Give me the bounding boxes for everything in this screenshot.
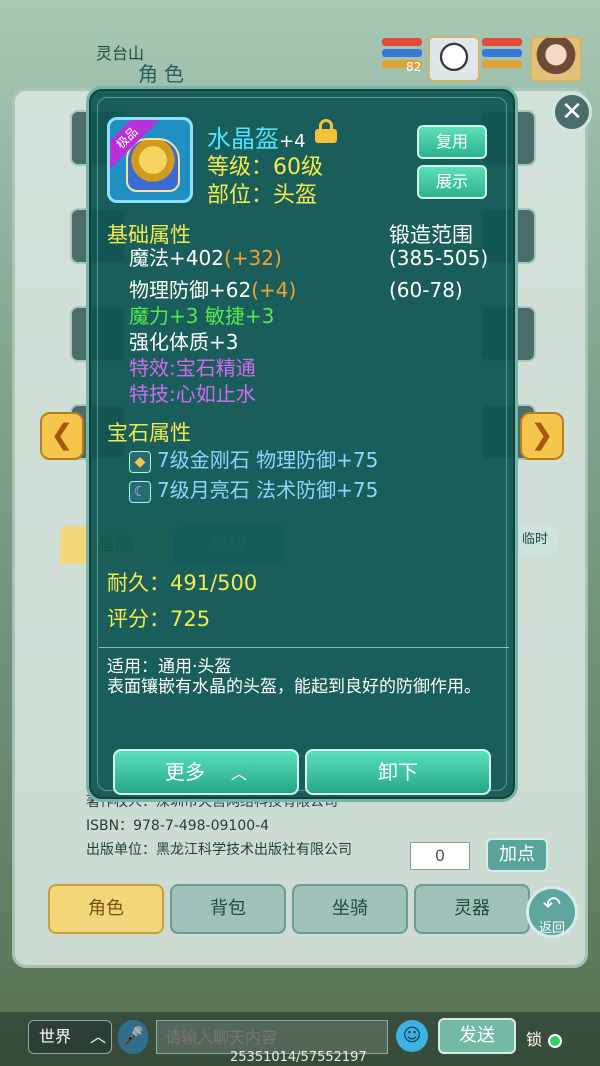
chevron-up-icon: ︿ xyxy=(90,1027,107,1046)
next-arrow-icon[interactable]: ❯ xyxy=(520,412,564,460)
pet-avatar[interactable] xyxy=(428,36,480,82)
hero-avatar[interactable] xyxy=(530,36,582,82)
close-button[interactable]: ✕ xyxy=(552,92,592,132)
score: 评分：725 xyxy=(107,607,211,631)
pet-level-badge: 82 xyxy=(406,60,422,74)
location-label: 灵台山 xyxy=(96,44,145,63)
temp-button[interactable]: 临时 xyxy=(512,526,558,554)
attr-range: (385-505) xyxy=(389,246,489,270)
reuse-button[interactable]: 复用 xyxy=(417,125,487,159)
more-button[interactable]: 更多 ︿ xyxy=(113,749,299,795)
unlock-icon[interactable] xyxy=(315,119,337,143)
diamond-gem-icon: ◆ xyxy=(129,450,151,473)
prev-arrow-icon[interactable]: ❮ xyxy=(40,412,84,460)
divider xyxy=(99,647,509,648)
item-icon: 极品 xyxy=(107,117,193,203)
item-description: 适用：通用·头盔 表面镶嵌有水晶的头盔，能起到良好的防御作用。 xyxy=(107,657,507,697)
item-slot: 部位：头盔 xyxy=(207,183,318,208)
gem-text: 7级月亮石 法术防御+75 xyxy=(157,478,379,502)
gem-attr-title: 宝石属性 xyxy=(107,421,191,445)
chevron-up-icon: ︿ xyxy=(230,764,247,783)
tab-spirit-weapon[interactable]: 灵器 xyxy=(414,884,530,934)
coordinates-readout: 25351014/57552197 xyxy=(230,1050,367,1065)
bottom-tab-bar: 角色 背包 坐骑 灵器 xyxy=(48,884,530,936)
channel-select[interactable]: 世界 ︿ xyxy=(28,1020,112,1054)
special-effect: 特效:宝石精通 xyxy=(129,356,256,380)
gem-row: ◆ 7级金刚石 物理防御+75 xyxy=(129,447,378,473)
strengthen-attr: 强化体质+3 xyxy=(129,330,239,354)
attr-row: 物理防御+62(+4) xyxy=(129,277,296,303)
emoji-icon[interactable]: ☺ xyxy=(396,1020,428,1052)
attr-bonus: (+4) xyxy=(251,278,297,302)
gem-text: 7级金刚石 物理防御+75 xyxy=(157,448,379,472)
back-label: 返回 xyxy=(538,921,565,936)
attr-name: 魔法+402 xyxy=(129,246,224,270)
back-arrow-icon: ↶ xyxy=(542,893,562,918)
show-button[interactable]: 展示 xyxy=(417,165,487,199)
helmet-icon xyxy=(126,138,180,192)
lock-status-dot xyxy=(548,1033,563,1048)
moonstone-gem-icon: ☾ xyxy=(129,480,151,503)
microphone-icon[interactable]: 🎤 xyxy=(118,1020,148,1054)
lock-label: 锁 xyxy=(526,1030,543,1049)
back-button[interactable]: ↶ 返回 xyxy=(526,886,578,938)
channel-label: 世界 xyxy=(39,1027,72,1046)
chat-input[interactable] xyxy=(156,1020,388,1054)
point-input[interactable]: 0 xyxy=(410,842,470,870)
copyright-publisher: 出版单位：黑龙江科学技术出版社有限公司 xyxy=(86,842,352,858)
usage-text: 适用：通用·头盔 xyxy=(107,657,232,677)
lock-toggle[interactable]: 锁 xyxy=(526,1026,563,1050)
add-point-button[interactable]: 加点 xyxy=(486,838,548,872)
extra-attr: 魔力+3 敏捷+3 xyxy=(129,304,275,328)
attr-name: 物理防御+62 xyxy=(129,278,252,302)
more-label: 更多 xyxy=(164,760,205,784)
attr-row: 魔法+402(+32) xyxy=(129,245,282,271)
attr-range: (60-78) xyxy=(389,278,463,302)
tab-bag[interactable]: 背包 xyxy=(170,884,286,934)
unequip-button[interactable]: 卸下 xyxy=(305,749,491,795)
attr-bonus: (+32) xyxy=(223,246,282,270)
panel-title: 角色 xyxy=(138,62,190,86)
copyright-isbn: ISBN：978-7-498-09100-4 xyxy=(86,818,270,834)
tab-mount[interactable]: 坐骑 xyxy=(292,884,408,934)
top-bar: 灵台山 82 xyxy=(0,0,600,90)
special-skill: 特技:心如止水 xyxy=(129,382,256,406)
description-text: 表面镶嵌有水晶的头盔，能起到良好的防御作用。 xyxy=(107,677,481,697)
item-detail-popup: 极品 水晶盔+4 等级：60级 部位：头盔 复用 展示 基础属性 锻造范围 魔法… xyxy=(86,86,518,802)
send-button[interactable]: 发送 xyxy=(438,1018,516,1054)
tab-character[interactable]: 角色 xyxy=(48,884,164,934)
durability: 耐久：491/500 xyxy=(107,571,258,595)
hero-hp-mp-bars xyxy=(482,38,522,71)
gem-row: ☾ 7级月亮石 法术防御+75 xyxy=(129,477,378,503)
